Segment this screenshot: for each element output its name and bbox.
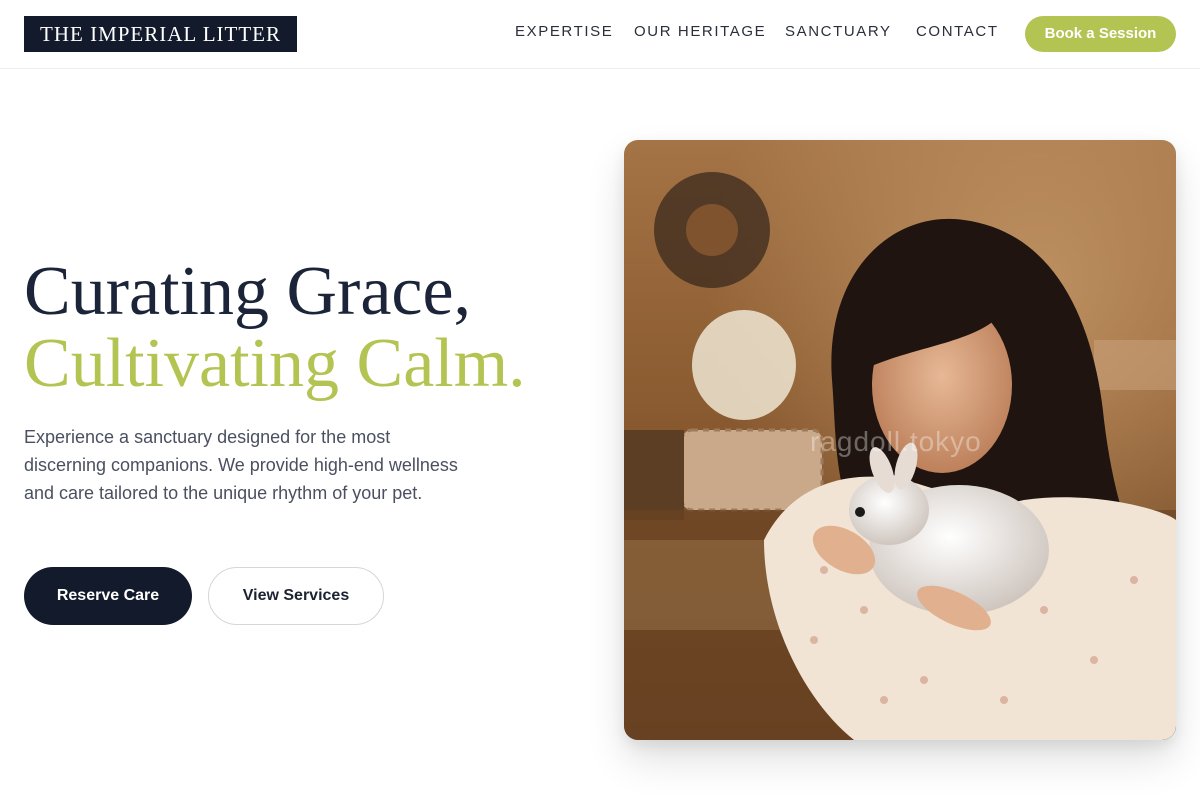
view-services-button[interactable]: View Services bbox=[208, 567, 384, 625]
book-session-button[interactable]: Book a Session bbox=[1025, 16, 1176, 52]
nav-link-sanctuary[interactable]: SANCTUARY bbox=[785, 23, 892, 41]
nav-link-contact[interactable]: CONTACT bbox=[916, 23, 999, 41]
hero-image: ragdoll.tokyo bbox=[624, 140, 1176, 740]
image-watermark: ragdoll.tokyo bbox=[810, 426, 982, 457]
hero-title-line-1: Curating Grace, bbox=[24, 253, 472, 330]
hero-description: Experience a sanctuary designed for the … bbox=[24, 427, 458, 503]
logo[interactable]: THE IMPERIAL LITTER bbox=[24, 16, 298, 52]
reserve-care-button[interactable]: Reserve Care bbox=[24, 567, 192, 625]
nav-link-our-heritage[interactable]: OUR HERITAGE bbox=[634, 23, 766, 41]
nav-link-expertise[interactable]: EXPERTISE bbox=[515, 23, 613, 41]
hero-title-line-2: Cultivating Calm. bbox=[24, 325, 526, 402]
site-header: THE IMPERIAL LITTER EXPERTISE OUR HERITA… bbox=[0, 0, 1200, 69]
